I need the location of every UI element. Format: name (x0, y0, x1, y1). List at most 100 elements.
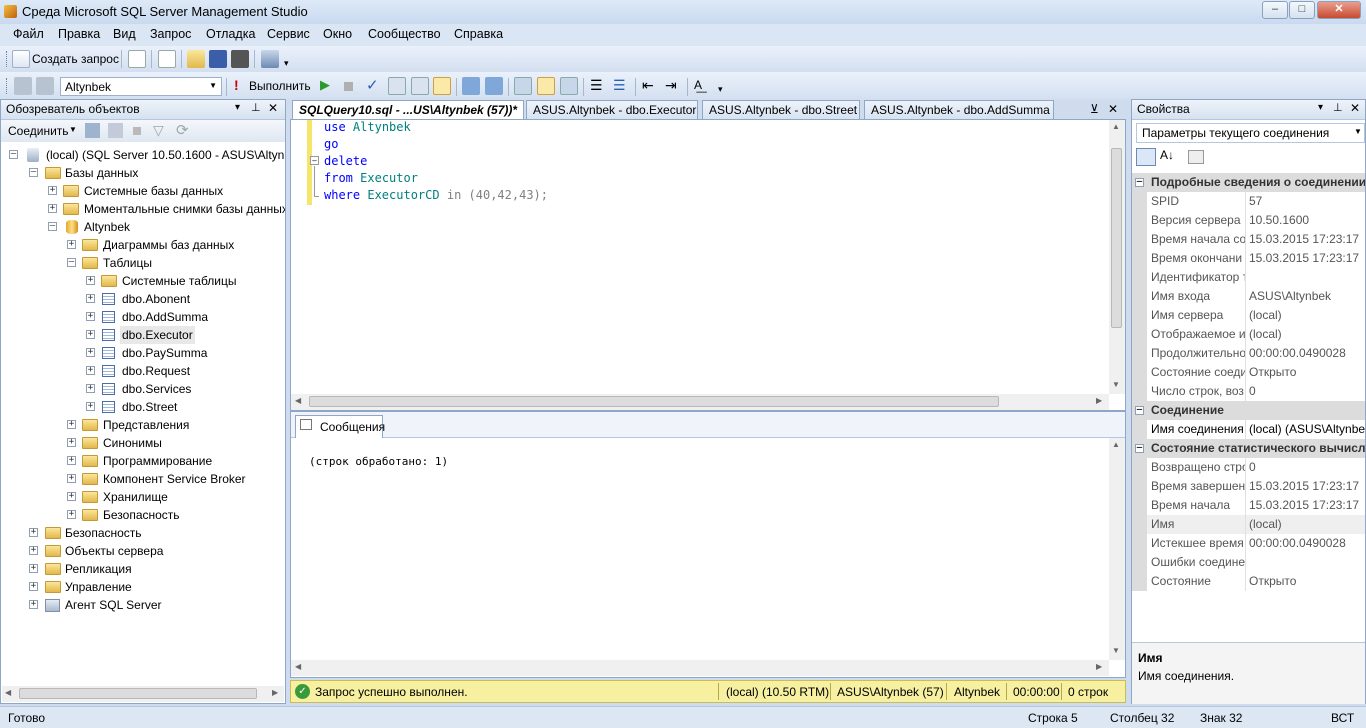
dropdown-icon[interactable]: ▾ (1318, 102, 1323, 113)
object-explorer-hscrollbar[interactable]: ◀ ▶ (2, 686, 284, 702)
property-group-header[interactable]: – Состояние статистического вычисле (1132, 439, 1365, 458)
query-editor[interactable]: – use Altynbek go delete from Executor w… (290, 119, 1126, 411)
tree-node-table[interactable]: + dbo.Request (1, 362, 285, 380)
menu-edit[interactable]: Правка (58, 27, 100, 41)
disconnect-icon[interactable] (108, 123, 123, 138)
tree-node-table[interactable]: + dbo.Abonent (1, 290, 285, 308)
new-project-icon[interactable] (158, 50, 176, 68)
close-panel-icon[interactable]: ✕ (1350, 101, 1360, 115)
tree-node-table-selected[interactable]: + dbo.Executor (1, 326, 285, 344)
pin-icon[interactable]: ⊥ (1333, 101, 1343, 114)
increase-indent-icon[interactable]: ⇥ (665, 77, 677, 94)
tree-node-server-objects[interactable]: + Объекты сервера (1, 542, 285, 560)
toolbar-overflow-icon[interactable]: ▾ (284, 58, 289, 69)
tab-street[interactable]: ASUS.Altynbek - dbo.Street (702, 100, 860, 120)
print-icon[interactable] (231, 50, 249, 68)
stop-icon[interactable] (133, 127, 141, 135)
debug-play-icon[interactable]: ▶ (320, 77, 330, 93)
tree-node-programmability[interactable]: + Программирование (1, 452, 285, 470)
tab-sqlquery10[interactable]: SQLQuery10.sql - ...US\Altynbek (57))* (292, 100, 524, 120)
tree-node-system-databases[interactable]: + Системные базы данных (1, 182, 285, 200)
maximize-button[interactable]: □ (1289, 1, 1315, 19)
editor-vscrollbar[interactable]: ▲ ▼ (1109, 120, 1125, 394)
results-vscrollbar[interactable]: ▲ ▼ (1109, 438, 1125, 660)
pin-icon[interactable]: ⊥ (251, 101, 261, 114)
property-row[interactable]: Время окончани 15.03.2015 17:23:17 (1132, 249, 1365, 268)
menu-tools[interactable]: Сервис (267, 27, 310, 41)
change-connection-icon[interactable] (36, 77, 54, 95)
property-row[interactable]: Время завершен 15.03.2015 17:23:17 (1132, 477, 1365, 496)
property-row[interactable]: Ошибки соедине (1132, 553, 1365, 572)
tree-node-system-tables[interactable]: + Системные таблицы (1, 272, 285, 290)
close-button[interactable]: ✕ (1317, 1, 1361, 19)
property-row[interactable]: Версия сервера 10.50.1600 (1132, 211, 1365, 230)
tab-list-icon[interactable]: ⊻ (1090, 102, 1099, 116)
query-designer-icon[interactable] (411, 77, 429, 95)
tree-node-db-security[interactable]: + Безопасность (1, 506, 285, 524)
property-row[interactable]: Состояние Открыто (1132, 572, 1365, 591)
decrease-indent-icon[interactable]: ⇤ (642, 77, 654, 94)
tab-executor[interactable]: ASUS.Altynbek - dbo.Executor (526, 100, 698, 120)
save-icon[interactable] (209, 50, 227, 68)
display-plan-icon[interactable] (388, 77, 406, 95)
property-row[interactable]: Время начала со 15.03.2015 17:23:17 (1132, 230, 1365, 249)
results-file-icon[interactable] (560, 77, 578, 95)
connect-object-icon[interactable] (85, 123, 100, 138)
close-tab-icon[interactable]: ✕ (1108, 102, 1118, 116)
toolbar2-grip[interactable] (6, 78, 9, 94)
results-to-text-icon[interactable] (514, 77, 532, 95)
property-row[interactable]: Состояние соеди Открыто (1132, 363, 1365, 382)
tree-node-server[interactable]: – (local) (SQL Server 10.50.1600 - ASUS\… (1, 146, 285, 164)
property-row[interactable]: Идентификатор т (1132, 268, 1365, 287)
tree-node-replication[interactable]: + Репликация (1, 560, 285, 578)
tree-node-table[interactable]: + dbo.PaySumma (1, 344, 285, 362)
new-file-icon[interactable] (128, 50, 146, 68)
property-row[interactable]: Продолжительно 00:00:00.0490028 (1132, 344, 1365, 363)
connect-chevron-icon[interactable]: ▼ (69, 125, 77, 134)
property-row[interactable]: Истекшее время 00:00:00.0490028 (1132, 534, 1365, 553)
tree-node-views[interactable]: + Представления (1, 416, 285, 434)
specify-values-icon[interactable]: A͟ (694, 78, 702, 92)
property-pages-icon[interactable] (1188, 150, 1204, 164)
menu-view[interactable]: Вид (113, 27, 136, 41)
property-row[interactable]: Время начала 15.03.2015 17:23:17 (1132, 496, 1365, 515)
new-query-button[interactable]: Создать запрос (32, 52, 119, 66)
execute-button[interactable]: Выполнить (249, 79, 311, 93)
menu-debug[interactable]: Отладка (206, 27, 255, 41)
categorized-icon[interactable] (1136, 148, 1156, 166)
cancel-query-icon[interactable] (344, 82, 353, 91)
menu-help[interactable]: Справка (454, 27, 503, 41)
results-grid-icon[interactable] (537, 77, 555, 95)
connect-dropdown[interactable]: Соединить (8, 124, 69, 138)
property-row[interactable]: Число строк, воз 0 (1132, 382, 1365, 401)
tree-node-table[interactable]: + dbo.Street (1, 398, 285, 416)
alphabetical-icon[interactable]: A↓ (1160, 148, 1174, 162)
client-statistics-icon[interactable] (485, 77, 503, 95)
tree-node-tables[interactable]: – Таблицы (1, 254, 285, 272)
property-row[interactable]: Имя сервера (local) (1132, 306, 1365, 325)
dropdown-icon[interactable]: ▾ (235, 102, 240, 113)
tree-node-table[interactable]: + dbo.AddSumma (1, 308, 285, 326)
tree-node-service-broker[interactable]: + Компонент Service Broker (1, 470, 285, 488)
minimize-button[interactable]: – (1262, 1, 1288, 19)
tab-messages[interactable]: Сообщения (295, 415, 385, 438)
tree-node-agent[interactable]: + Агент SQL Server (1, 596, 285, 614)
tree-node-databases[interactable]: – Базы данных (1, 164, 285, 182)
property-row[interactable]: Имя входа ASUS\Altynbek (1132, 287, 1365, 306)
tree-node-snapshots[interactable]: + Моментальные снимки базы данных (1, 200, 285, 218)
tree-node-synonyms[interactable]: + Синонимы (1, 434, 285, 452)
menu-file[interactable]: Файл (13, 27, 44, 41)
connect-icon[interactable] (14, 77, 32, 95)
results-hscrollbar[interactable]: ◀ ▶ (291, 660, 1109, 676)
results-to-grid-icon[interactable] (433, 77, 451, 95)
menu-window[interactable]: Окно (323, 27, 352, 41)
parse-checkmark-icon[interactable]: ✓ (366, 76, 379, 94)
menu-community[interactable]: Сообщество (368, 27, 441, 41)
toolbar2-overflow-icon[interactable]: ▾ (718, 84, 723, 95)
tree-node-security[interactable]: + Безопасность (1, 524, 285, 542)
tree-node-diagrams[interactable]: + Диаграммы баз данных (1, 236, 285, 254)
editor-hscrollbar[interactable]: ◀ ▶ (291, 394, 1109, 410)
property-row[interactable]: Имя соединения (local) (ASUS\Altynbek (1132, 420, 1365, 439)
tab-addsumma[interactable]: ASUS.Altynbek - dbo.AddSumma (864, 100, 1054, 120)
refresh-icon[interactable]: ⟳ (176, 121, 189, 139)
